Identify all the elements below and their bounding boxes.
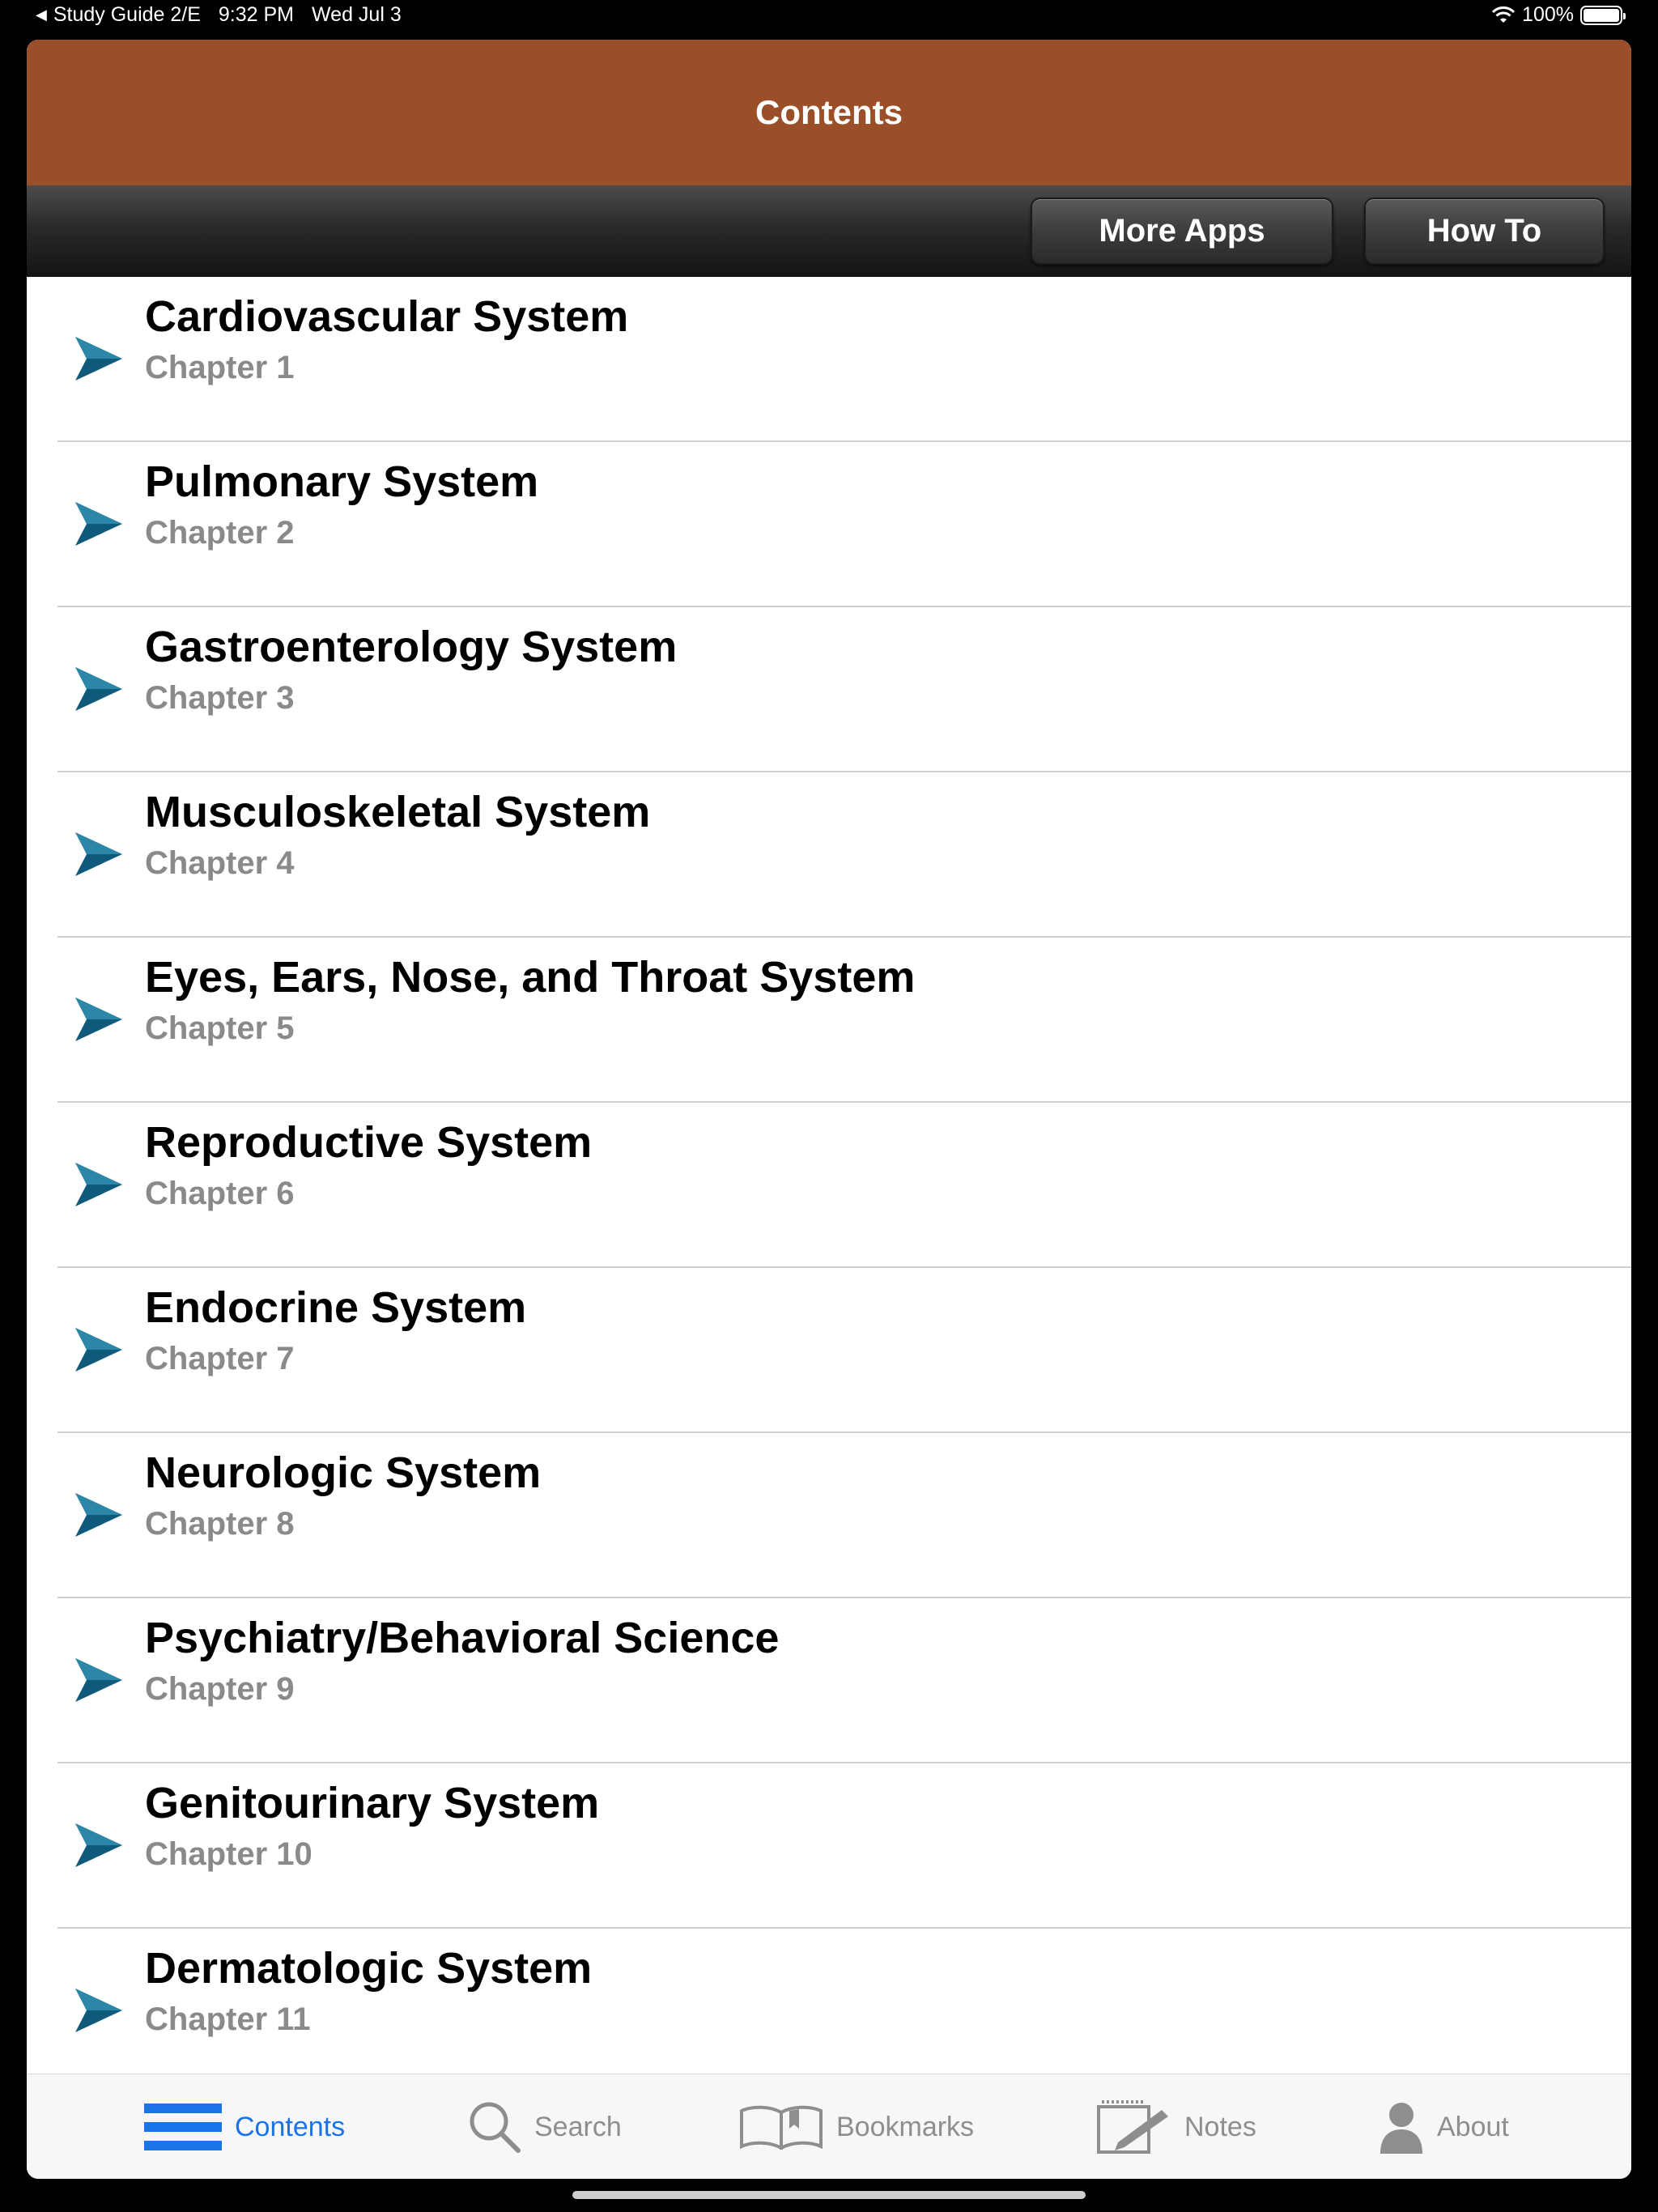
chapter-row[interactable]: Psychiatry/Behavioral Science Chapter 9 [57,1598,1631,1763]
chevron-right-icon [75,1163,122,1206]
chevron-right-icon [75,1823,122,1867]
chapter-title: Pulmonary System [145,457,539,506]
battery-icon [1580,5,1626,25]
notepad-icon [1097,2100,1168,2154]
chapter-row[interactable]: Genitourinary System Chapter 10 [57,1763,1631,1929]
tab-bar: Contents Search Bookmarks Notes About [27,2074,1631,2179]
chapter-number: Chapter 10 [145,1836,312,1872]
chapter-row[interactable]: Pulmonary System Chapter 2 [57,442,1631,607]
status-right: 100% [1491,3,1626,27]
chapter-title: Reproductive System [145,1118,593,1167]
chapter-title: Musculoskeletal System [145,788,651,836]
page-title: Contents [755,93,903,131]
person-icon [1380,2103,1422,2154]
chapter-row[interactable]: Musculoskeletal System Chapter 4 [57,772,1631,938]
tab-contents-label: Contents [235,2111,346,2142]
app-window: Contents More Apps How To Cardiovascular… [27,40,1631,2179]
chapter-row[interactable]: Cardiovascular System Chapter 1 [57,277,1631,442]
book-icon [740,2105,823,2150]
toolbar: More Apps How To [27,185,1631,277]
status-time: 9:32 PM [218,3,295,26]
search-icon [470,2102,521,2153]
chevron-right-icon [75,832,122,876]
list-icon [144,2104,222,2150]
chapter-row[interactable]: Reproductive System Chapter 6 [57,1103,1631,1268]
chapter-number: Chapter 9 [145,1671,295,1707]
chevron-right-icon [75,1493,122,1537]
chapter-number: Chapter 4 [145,845,295,881]
battery-percent: 100% [1522,3,1574,26]
tab-about[interactable]: About [1379,2074,1509,2179]
chapter-number: Chapter 8 [145,1506,295,1542]
chapter-title: Cardiovascular System [145,292,629,341]
chapter-number: Chapter 7 [145,1341,295,1376]
navigation-bar: Contents [27,40,1631,185]
tab-about-label: About [1437,2111,1509,2142]
tab-search-label: Search [534,2111,622,2142]
chapter-row[interactable]: Eyes, Ears, Nose, and Throat System Chap… [57,938,1631,1103]
status-bar: ◀ Study Guide 2/E 9:32 PM Wed Jul 3 100% [0,0,1658,32]
chapter-number: Chapter 1 [145,350,295,385]
chevron-right-icon [75,1328,122,1372]
chevron-right-icon [75,1989,122,2032]
chapter-title: Gastroenterology System [145,623,678,671]
chapter-title: Endocrine System [145,1283,527,1332]
chapter-title: Neurologic System [145,1448,542,1497]
chapter-row[interactable]: Gastroenterology System Chapter 3 [57,607,1631,772]
chevron-right-icon [75,998,122,1041]
home-indicator[interactable] [572,2191,1086,2199]
chapter-row[interactable]: Dermatologic System Chapter 11 [57,1929,1631,2076]
chapter-title: Genitourinary System [145,1779,600,1827]
tab-bookmarks-label: Bookmarks [836,2111,975,2142]
tab-search[interactable]: Search [468,2074,622,2179]
back-app-label[interactable]: Study Guide 2/E [53,3,201,27]
chapter-number: Chapter 11 [145,2001,311,2037]
chapter-list: Cardiovascular System Chapter 1 Pulmonar… [27,277,1631,2076]
tab-notes-label: Notes [1184,2111,1256,2142]
chapter-title: Eyes, Ears, Nose, and Throat System [145,953,916,1002]
chapter-number: Chapter 5 [145,1010,295,1046]
chapter-number: Chapter 2 [145,515,295,551]
how-to-button[interactable]: How To [1364,198,1605,265]
chapter-number: Chapter 6 [145,1176,295,1211]
chapter-number: Chapter 3 [145,680,295,716]
tab-notes[interactable]: Notes [1095,2074,1256,2179]
chapter-row[interactable]: Endocrine System Chapter 7 [57,1268,1631,1433]
chevron-right-icon [75,337,122,381]
tab-contents[interactable]: Contents [144,2074,345,2179]
more-apps-button[interactable]: More Apps [1031,198,1333,265]
wifi-icon [1491,6,1516,23]
status-date: Wed Jul 3 [312,3,402,26]
chapter-title: Dermatologic System [145,1944,593,1993]
status-left: ◀ Study Guide 2/E 9:32 PM Wed Jul 3 [36,3,402,27]
tab-bookmarks[interactable]: Bookmarks [739,2074,974,2179]
chapter-title: Psychiatry/Behavioral Science [145,1614,780,1662]
back-to-app-icon[interactable]: ◀ [36,6,47,23]
chevron-right-icon [75,502,122,546]
chevron-right-icon [75,1658,122,1702]
chevron-right-icon [75,667,122,711]
chapter-row[interactable]: Neurologic System Chapter 8 [57,1433,1631,1598]
